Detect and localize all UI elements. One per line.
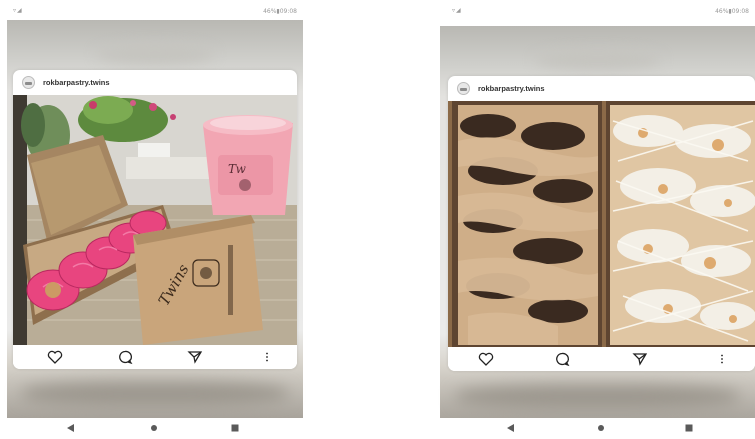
post-username[interactable]: rokbarpastry.twins xyxy=(478,84,545,93)
avatar[interactable] xyxy=(22,76,35,89)
phone-screen-right: ▿◢ 46%▮09:08 rokbarpastry.twins xyxy=(440,0,755,439)
status-bar: ▿◢ 46%▮09:08 xyxy=(440,0,755,22)
more-vertical-icon[interactable] xyxy=(259,349,275,365)
heart-icon[interactable] xyxy=(47,349,63,365)
post-header: rokbarpastry.twins xyxy=(13,70,297,95)
back-icon[interactable] xyxy=(67,424,75,432)
post-username[interactable]: rokbarpastry.twins xyxy=(43,78,110,87)
phone-screen-left: ▿◢ 46%▮09:08 rokbarpastry.twins Tw Twins xyxy=(7,0,303,439)
avatar[interactable] xyxy=(457,82,470,95)
status-battery-time: 46%▮09:08 xyxy=(263,8,297,15)
status-signal: ▿◢ xyxy=(13,7,23,14)
post-actions-bar xyxy=(448,347,755,371)
pastry-box-with-pink-drink-image: Tw Twins xyxy=(13,95,297,345)
screenshot-canvas: ▿◢ 46%▮09:08 rokbarpastry.twins Tw Twins… xyxy=(0,0,755,439)
send-icon[interactable] xyxy=(187,349,203,365)
recents-icon[interactable] xyxy=(685,424,693,432)
status-bar: ▿◢ 46%▮09:08 xyxy=(7,0,303,22)
home-icon[interactable] xyxy=(597,424,605,432)
navigation-bar xyxy=(440,418,755,439)
post-actions-bar xyxy=(13,345,297,369)
post-preview-card[interactable]: rokbarpastry.twins xyxy=(13,70,297,369)
heart-icon[interactable] xyxy=(478,351,494,367)
more-vertical-icon[interactable] xyxy=(714,351,730,367)
home-icon[interactable] xyxy=(150,424,158,432)
post-photo[interactable]: Tw Twins xyxy=(13,95,297,345)
send-icon[interactable] xyxy=(632,351,648,367)
post-photo[interactable] xyxy=(448,101,755,347)
back-icon[interactable] xyxy=(507,424,515,432)
post-header: rokbarpastry.twins xyxy=(448,76,755,101)
status-signal: ▿◢ xyxy=(452,7,462,14)
svg-text:Tw: Tw xyxy=(228,162,247,176)
post-preview-card[interactable]: rokbarpastry.twins xyxy=(448,76,755,371)
recents-icon[interactable] xyxy=(231,424,239,432)
navigation-bar xyxy=(7,418,303,439)
status-battery-time: 46%▮09:08 xyxy=(715,8,749,15)
comment-icon[interactable] xyxy=(117,349,133,365)
comment-icon[interactable] xyxy=(554,351,570,367)
pastry-box-glazed-image xyxy=(448,101,755,347)
